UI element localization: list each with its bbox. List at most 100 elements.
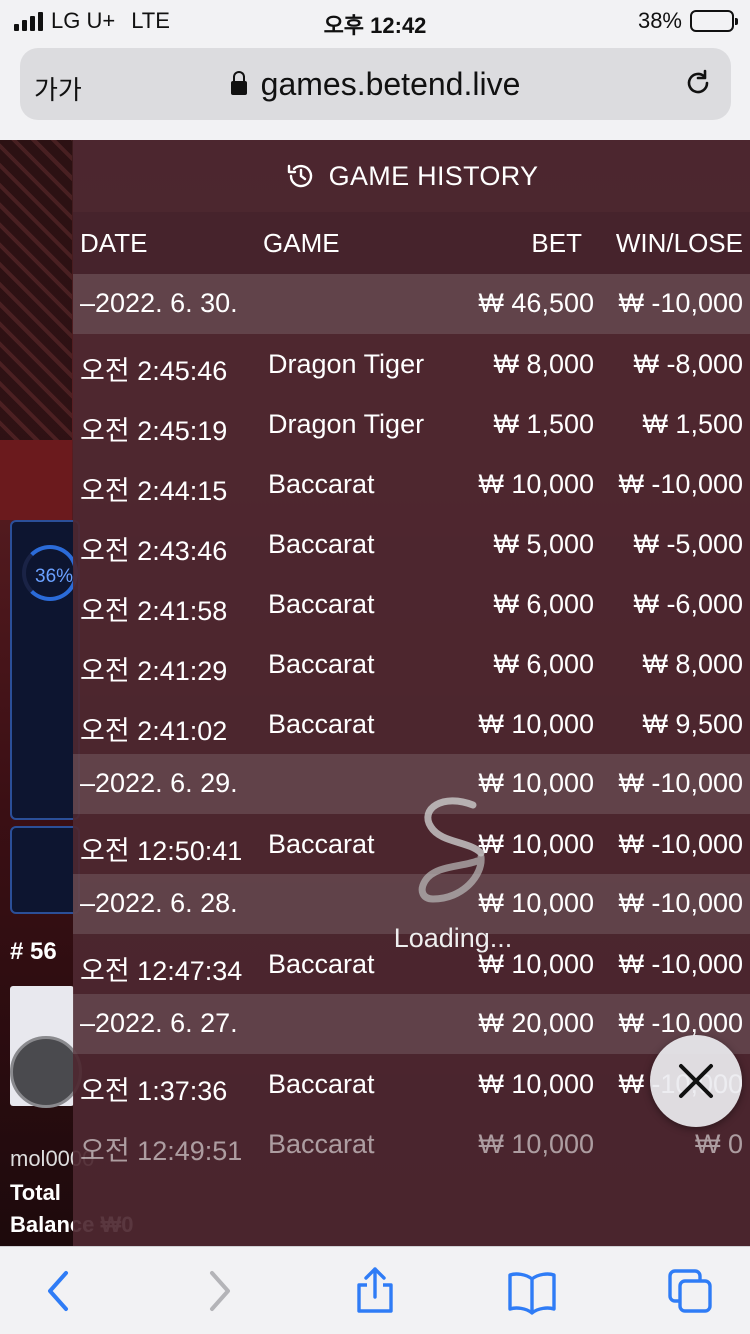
date-group-row[interactable]: –2022. 6. 27. ₩ 20,000 ₩ -10,000 — [73, 994, 750, 1054]
column-header-game: GAME — [263, 228, 340, 258]
browser-chrome-top: 가가 games.betend.live — [0, 42, 750, 140]
row-bet: ₩ 10,000 — [478, 1129, 594, 1159]
history-row: 오전 2:41:29 Baccarat ₩ 6,000 ₩ 8,000 — [73, 634, 750, 694]
row-game: Baccarat — [268, 829, 375, 859]
row-game: Baccarat — [268, 649, 375, 679]
row-bet: ₩ 10,000 — [478, 709, 594, 739]
back-icon[interactable] — [36, 1267, 84, 1315]
row-date: –2022. 6. 27. — [80, 1008, 238, 1038]
row-bet: ₩ 8,000 — [493, 349, 594, 379]
battery-percent: 38% — [637, 8, 682, 33]
row-win-lose: ₩ -6,000 — [633, 589, 743, 619]
row-win-lose: ₩ 0 — [694, 1129, 743, 1159]
row-date: 오전 12:49:51 — [80, 1136, 243, 1166]
row-bet: ₩ 6,000 — [493, 589, 594, 619]
row-date: 오전 2:41:29 — [80, 656, 228, 686]
status-bar: LG U+ LTE 오후 12:42 38% — [0, 0, 750, 42]
row-win-lose: ₩ -10,000 — [618, 949, 743, 979]
row-bet: ₩ 10,000 — [478, 469, 594, 499]
game-history-modal: GAME HISTORY DATE GAME BET WIN/LOSE –202… — [73, 140, 750, 1246]
table-header: DATE GAME BET WIN/LOSE — [73, 212, 750, 274]
row-win-lose: ₩ -5,000 — [633, 529, 743, 559]
loading-text: Loading... — [393, 923, 513, 953]
row-win-lose: ₩ -10,000 — [618, 768, 743, 798]
row-win-lose: ₩ -8,000 — [633, 349, 743, 379]
row-date: –2022. 6. 29. — [80, 768, 238, 798]
modal-title: GAME HISTORY — [328, 160, 539, 191]
history-row: 오전 2:45:46 Dragon Tiger ₩ 8,000 ₩ -8,000 — [73, 334, 750, 394]
row-win-lose: ₩ -10,000 — [618, 288, 743, 318]
history-row: 오전 2:45:19 Dragon Tiger ₩ 1,500 ₩ 1,500 — [73, 394, 750, 454]
row-game: Baccarat — [268, 709, 375, 739]
url-text: games.betend.live — [260, 66, 521, 102]
row-win-lose: ₩ 9,500 — [642, 709, 743, 739]
date-group-row[interactable]: –2022. 6. 30. ₩ 46,500 ₩ -10,000 — [73, 274, 750, 334]
round-number: # 56 — [10, 938, 57, 965]
row-date: 오전 2:43:46 — [80, 536, 228, 566]
history-row: 오전 2:44:15 Baccarat ₩ 10,000 ₩ -10,000 — [73, 454, 750, 514]
address-bar[interactable]: 가가 games.betend.live — [20, 48, 731, 120]
reload-icon[interactable] — [683, 68, 713, 98]
row-date: 오전 2:41:02 — [80, 716, 228, 746]
row-date: 오전 2:44:15 — [80, 476, 228, 506]
row-game: Baccarat — [268, 469, 375, 499]
loading-indicator: Loading... — [373, 795, 533, 954]
side-panel-secondary — [10, 826, 80, 914]
modal-header: GAME HISTORY — [73, 140, 750, 212]
battery-icon — [690, 10, 738, 32]
row-game: Baccarat — [268, 1069, 375, 1099]
column-header-bet: BET — [531, 228, 582, 258]
row-date: –2022. 6. 28. — [80, 888, 238, 918]
column-header-date: DATE — [80, 228, 148, 258]
row-date: –2022. 6. 30. — [80, 288, 238, 318]
row-bet: ₩ 5,000 — [493, 529, 594, 559]
row-game: Baccarat — [268, 529, 375, 559]
close-button[interactable] — [650, 1035, 742, 1127]
row-game: Baccarat — [268, 1129, 375, 1159]
row-win-lose: ₩ -10,000 — [618, 469, 743, 499]
row-date: 오전 1:37:36 — [80, 1076, 228, 1106]
timer-percent: 36% — [35, 566, 74, 587]
history-row: 오전 1:37:36Baccarat₩ 10,000₩ -10,000 — [73, 1054, 750, 1114]
lock-icon — [230, 71, 247, 95]
status-right: 38% — [637, 8, 738, 34]
history-row: 오전 2:41:58 Baccarat ₩ 6,000 ₩ -6,000 — [73, 574, 750, 634]
row-bet: ₩ 1,500 — [493, 409, 594, 439]
row-win-lose: ₩ 1,500 — [642, 409, 743, 439]
loading-spinner-icon — [418, 797, 485, 903]
row-date: 오전 2:41:58 — [80, 596, 228, 626]
dealer-table — [0, 440, 72, 520]
history-icon — [287, 164, 312, 188]
row-bet: ₩ 10,000 — [478, 1069, 594, 1099]
row-bet: ₩ 6,000 — [493, 649, 594, 679]
row-date: 오전 2:45:19 — [80, 416, 228, 446]
row-bet: ₩ 20,000 — [478, 1008, 594, 1038]
row-win-lose: ₩ -10,000 — [618, 829, 743, 859]
close-icon — [679, 1064, 713, 1098]
row-game: Baccarat — [268, 589, 375, 619]
history-row: 오전 2:41:02 Baccarat ₩ 10,000 ₩ 9,500 — [73, 694, 750, 754]
tabs-icon[interactable] — [666, 1267, 714, 1315]
row-game: Baccarat — [268, 949, 375, 979]
chip-icon[interactable] — [10, 1036, 82, 1108]
row-game: Dragon Tiger — [268, 409, 425, 439]
history-row: 오전 2:43:46 Baccarat ₩ 5,000 ₩ -5,000 — [73, 514, 750, 574]
history-table-body: –2022. 6. 30. ₩ 46,500 ₩ -10,000 오전 2:45:46… — [73, 274, 750, 1174]
row-date: 오전 12:47:34 — [80, 956, 243, 986]
column-header-win-lose: WIN/LOSE — [615, 228, 743, 258]
row-date: 오전 2:45:46 — [80, 356, 228, 386]
row-win-lose: ₩ 8,000 — [642, 649, 743, 679]
row-win-lose: ₩ -10,000 — [618, 888, 743, 918]
row-win-lose: ₩ -10,000 — [618, 1008, 743, 1038]
share-icon[interactable] — [351, 1267, 399, 1315]
row-bet: ₩ 46,500 — [478, 288, 594, 318]
history-row: 오전 12:49:51 Baccarat ₩ 10,000 ₩ 0 — [73, 1114, 750, 1174]
bookmarks-icon[interactable] — [508, 1267, 556, 1315]
row-game: Dragon Tiger — [268, 349, 425, 379]
forward-icon[interactable] — [196, 1267, 244, 1315]
url-display[interactable]: games.betend.live — [20, 66, 731, 103]
casino-decor — [0, 140, 72, 440]
total-label: Total — [10, 1180, 61, 1205]
row-date: 오전 12:50:41 — [80, 836, 243, 866]
browser-toolbar — [0, 1246, 750, 1334]
